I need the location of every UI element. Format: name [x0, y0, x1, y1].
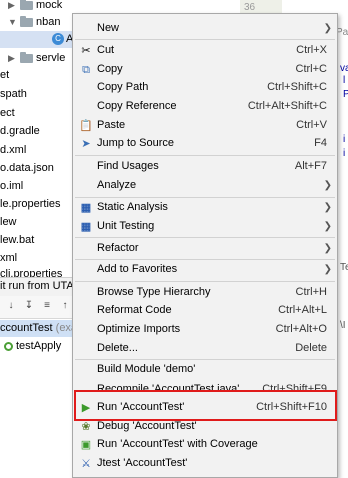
editor-text: l — [343, 75, 346, 86]
menu-item-find-usages[interactable]: Find Usages Alt+F7 — [73, 157, 337, 176]
menu-item-run-with-coverage[interactable]: ▣ Run 'AccountTest' with Coverage — [73, 435, 337, 454]
run-panel-title: it run from UTA — [0, 280, 74, 292]
menu-item-optimize-imports[interactable]: Optimize Imports Ctrl+Alt+O — [73, 320, 337, 339]
highlight-box — [74, 390, 337, 421]
sort-alpha-icon[interactable]: ↧ — [22, 299, 36, 313]
file-item[interactable]: lew.bat — [0, 231, 34, 249]
folder-icon — [20, 15, 33, 27]
sort-icon[interactable]: ↓ — [4, 299, 18, 313]
menu-separator — [75, 39, 335, 40]
editor-text: i — [343, 148, 346, 159]
static-analysis-icon: ▦ — [80, 202, 92, 214]
file-item[interactable]: ect — [0, 104, 15, 122]
file-item[interactable]: d.xml — [0, 141, 26, 159]
submenu-arrow-icon: ❯ — [323, 264, 332, 275]
file-item[interactable]: lew — [0, 213, 17, 231]
menu-item-paste[interactable]: 📋 Paste Ctrl+V — [73, 116, 337, 135]
menu-item-analyze[interactable]: Analyze ❯ — [73, 176, 337, 195]
menu-separator — [75, 155, 335, 156]
tree-item-nban[interactable]: ▼ nban — [8, 14, 60, 31]
submenu-arrow-icon: ❯ — [323, 243, 332, 254]
folder-icon — [20, 51, 33, 63]
menu-item-unit-testing[interactable]: ▦ Unit Testing ❯ — [73, 217, 337, 236]
submenu-arrow-icon: ❯ — [323, 180, 332, 191]
editor-text: P — [343, 89, 348, 100]
test-method-row[interactable]: testApply — [0, 338, 61, 355]
file-item[interactable]: d.gradle — [0, 122, 40, 140]
menu-item-copy[interactable]: ⧉ Copy Ctrl+C — [73, 60, 337, 79]
jump-icon: ➤ — [81, 138, 91, 150]
file-item[interactable]: le.properties — [0, 195, 61, 213]
menu-item-copy-reference[interactable]: Copy Reference Ctrl+Alt+Shift+C — [73, 97, 337, 116]
paste-icon: 📋 — [79, 120, 93, 132]
coverage-icon: ▣ — [80, 439, 92, 451]
menu-item-jump-to-source[interactable]: ➤ Jump to Source F4 — [73, 134, 337, 153]
editor-text: Te — [340, 262, 348, 273]
menu-item-add-to-favorites[interactable]: Add to Favorites ❯ — [73, 260, 337, 279]
menu-separator — [75, 281, 335, 282]
file-item[interactable]: o.data.json — [0, 159, 54, 177]
expand-all-icon[interactable]: ≡ — [40, 299, 54, 313]
menu-item-delete[interactable]: Delete... Delete — [73, 339, 337, 358]
copy-icon: ⧉ — [82, 64, 90, 76]
chevron-right-icon[interactable]: ▶ — [8, 0, 18, 14]
file-item[interactable]: spath — [0, 85, 27, 103]
scissors-icon: ✂ — [81, 45, 91, 57]
file-item[interactable]: o.iml — [0, 177, 23, 195]
menu-item-reformat-code[interactable]: Reformat Code Ctrl+Alt+L — [73, 301, 337, 320]
menu-item-copy-path[interactable]: Copy Path Ctrl+Shift+C — [73, 78, 337, 97]
folder-icon — [20, 0, 33, 10]
tree-item-mock[interactable]: ▶ mock — [8, 0, 62, 14]
tree-item-accounttest[interactable]: CA — [0, 31, 80, 48]
jtest-icon: ⚔ — [81, 458, 91, 470]
submenu-arrow-icon: ❯ — [323, 202, 332, 213]
submenu-arrow-icon: ❯ — [323, 221, 332, 232]
editor-text: \I — [340, 320, 346, 331]
file-item[interactable]: cli.properties — [0, 265, 62, 277]
test-passed-icon — [4, 341, 13, 351]
menu-item-cut[interactable]: ✂ Cut Ctrl+X — [73, 41, 337, 60]
menu-item-jtest[interactable]: ⚔ Jtest 'AccountTest' — [73, 454, 337, 473]
unit-testing-icon: ▦ — [80, 221, 92, 233]
editor-text: va — [340, 63, 348, 74]
menu-item-browse-type-hierarchy[interactable]: Browse Type Hierarchy Ctrl+H — [73, 283, 337, 302]
submenu-arrow-icon: ❯ — [323, 23, 332, 34]
tree-item-servlet[interactable]: ▶ servle — [8, 50, 65, 67]
file-item[interactable]: et — [0, 66, 9, 84]
chevron-down-icon[interactable]: ▼ — [8, 14, 18, 31]
chevron-right-icon[interactable]: ▶ — [8, 50, 18, 67]
menu-separator — [75, 237, 335, 238]
menu-item-refactor[interactable]: Refactor ❯ — [73, 239, 337, 258]
menu-item-build-module[interactable]: Build Module 'demo' — [73, 360, 337, 379]
class-icon: C — [52, 33, 64, 46]
editor-text: i — [343, 134, 346, 145]
menu-item-new[interactable]: New ❯ — [73, 19, 337, 38]
debug-icon: ❀ — [81, 421, 91, 433]
menu-item-static-analysis[interactable]: ▦ Static Analysis ❯ — [73, 198, 337, 217]
collapse-all-icon[interactable]: ↑ — [58, 299, 72, 313]
